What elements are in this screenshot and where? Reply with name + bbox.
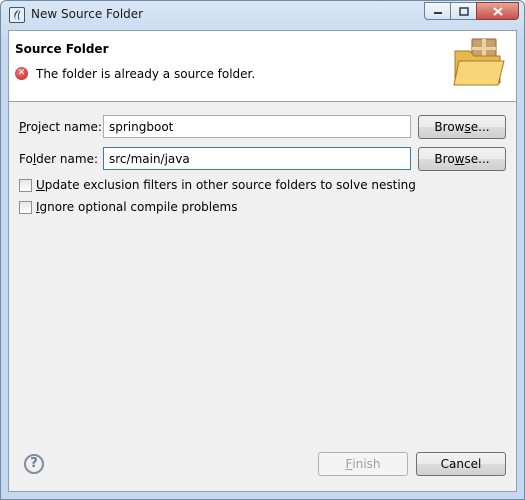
dialog-body: Source Folder ✕ The folder is already a …	[8, 30, 517, 492]
dialog-window: New Source Folder Source Folder ✕ The fo…	[0, 0, 525, 500]
folder-name-label: Folder name:	[19, 152, 98, 166]
update-exclusion-filters-option[interactable]: Update exclusion filters in other source…	[19, 178, 416, 192]
folder-package-icon	[453, 38, 505, 86]
update-exclusion-filters-label: Update exclusion filters in other source…	[36, 178, 416, 192]
finish-button[interactable]: Finish	[318, 452, 408, 476]
window-title: New Source Folder	[31, 7, 144, 21]
close-button[interactable]	[476, 2, 519, 20]
wizard-header: Source Folder ✕ The folder is already a …	[9, 31, 516, 102]
ignore-compile-problems-option[interactable]: Ignore optional compile problems	[19, 200, 237, 214]
help-icon[interactable]: ?	[24, 454, 44, 474]
eclipse-icon	[9, 7, 25, 23]
update-exclusion-filters-checkbox[interactable]	[19, 178, 32, 192]
ignore-compile-problems-label: Ignore optional compile problems	[36, 200, 238, 214]
ignore-compile-problems-checkbox[interactable]	[19, 200, 32, 214]
error-icon: ✕	[15, 67, 28, 80]
error-message: The folder is already a source folder.	[36, 67, 256, 81]
minimize-button[interactable]	[424, 2, 450, 20]
minimize-icon	[433, 12, 442, 14]
window-controls	[424, 2, 519, 20]
page-title: Source Folder	[15, 42, 109, 56]
browse-project-button[interactable]: Brow s e...	[418, 115, 506, 139]
close-icon	[492, 6, 503, 16]
maximize-button[interactable]	[450, 2, 476, 20]
browse-folder-button[interactable]: Bro w se...	[418, 147, 506, 171]
cancel-button[interactable]: Cancel	[416, 452, 506, 476]
title-bar[interactable]: New Source Folder	[1, 1, 524, 30]
project-name-label: Project name:	[19, 120, 102, 134]
maximize-icon	[458, 6, 469, 16]
folder-name-input[interactable]	[103, 147, 411, 170]
project-name-input[interactable]	[103, 115, 411, 138]
